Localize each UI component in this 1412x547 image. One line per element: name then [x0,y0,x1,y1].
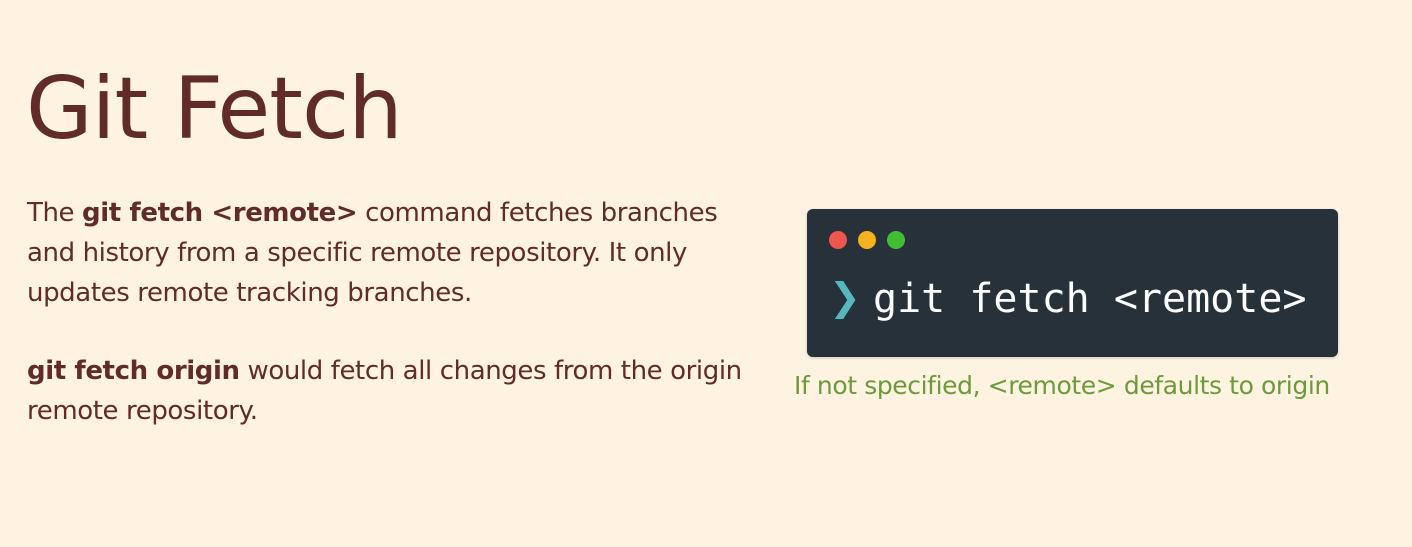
example-paragraph: git fetch origin would fetch all changes… [27,351,772,431]
description-paragraph: The git fetch <remote> command fetches b… [27,193,772,313]
description-text: The [27,198,83,228]
terminal-command: git fetch <remote> [873,276,1307,322]
command-highlight: git fetch <remote> [82,198,358,228]
page-title: Git Fetch [26,59,403,159]
example-command-highlight: git fetch origin [27,356,240,386]
minimize-dot-icon [858,231,876,249]
close-dot-icon [829,231,847,249]
terminal-window: ❯ git fetch <remote> [807,209,1338,357]
prompt-chevron-icon: ❯ [829,275,861,319]
maximize-dot-icon [887,231,905,249]
terminal-caption: If not specified, <remote> defaults to o… [794,371,1330,400]
